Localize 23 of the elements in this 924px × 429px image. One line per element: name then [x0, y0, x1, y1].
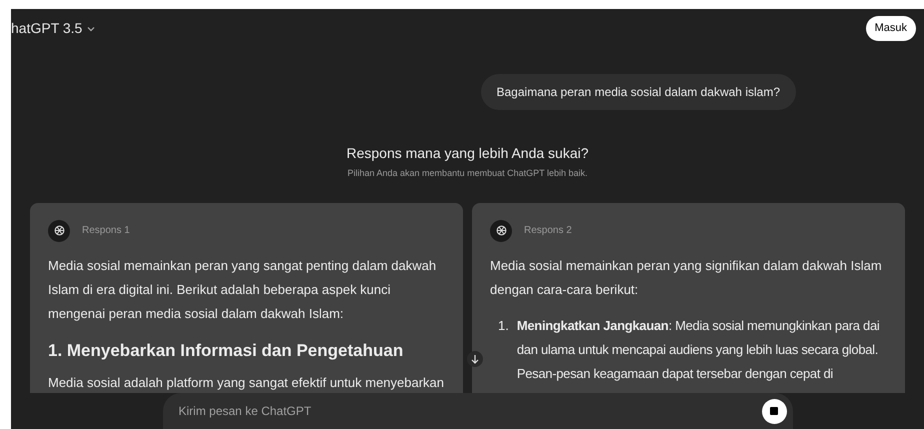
- message-input[interactable]: Kirim pesan ke ChatGPT: [178, 402, 762, 420]
- message-composer[interactable]: Kirim pesan ke ChatGPT: [162, 393, 792, 429]
- response-heading: 1. Menyebarkan Informasi dan Pengetahuan: [48, 340, 404, 362]
- response-card[interactable]: [472, 202, 905, 393]
- list-number: 1.: [498, 316, 509, 335]
- stop-icon: [770, 407, 778, 415]
- response-label: Respons 2: [524, 224, 572, 238]
- response-paragraph: Media sosial memainkan peran yang signifikan dalam dakwah Islam dengan cara-cara berikut:: [490, 256, 883, 299]
- response-paragraph: Media sosial memainkan peran yang sangat penting dalam dakwah Islam di era digital ini. Berikut adalah beberapa aspek kunci mengenai peran media sosial dalam dakwah Islam:: [48, 256, 438, 323]
- user-message: Bagaimana peran media sosial dalam dakwah islam?: [480, 74, 796, 110]
- comparison-subtitle: Pilihan Anda akan membantu membuat ChatGPT lebih baik.: [348, 167, 588, 180]
- arrow-down-icon: [470, 354, 480, 364]
- response-card[interactable]: [30, 202, 463, 393]
- scroll-down-button[interactable]: [467, 350, 483, 367]
- response-paragraph: Media sosial adalah platform yang sangat efektif untuk menyebarkan: [48, 374, 445, 392]
- response-label: Respons 1: [82, 224, 130, 238]
- login-button[interactable]: Masuk: [866, 16, 916, 41]
- model-selector[interactable]: hatGPT 3.5: [11, 18, 96, 40]
- stop-button[interactable]: [762, 398, 786, 424]
- knot-icon: [52, 224, 66, 238]
- list-item-text: Meningkatkan Jangkauan: Media sosial memungkinkan para dai dan ulama untuk mencapai audiens yang lebih luas secara global. Pesan-pesan keagamaan dapat tersebar dengan cepat di: [516, 316, 880, 383]
- comparison-title: Respons mana yang lebih Anda sukai?: [346, 144, 589, 164]
- knot-icon: [494, 224, 508, 238]
